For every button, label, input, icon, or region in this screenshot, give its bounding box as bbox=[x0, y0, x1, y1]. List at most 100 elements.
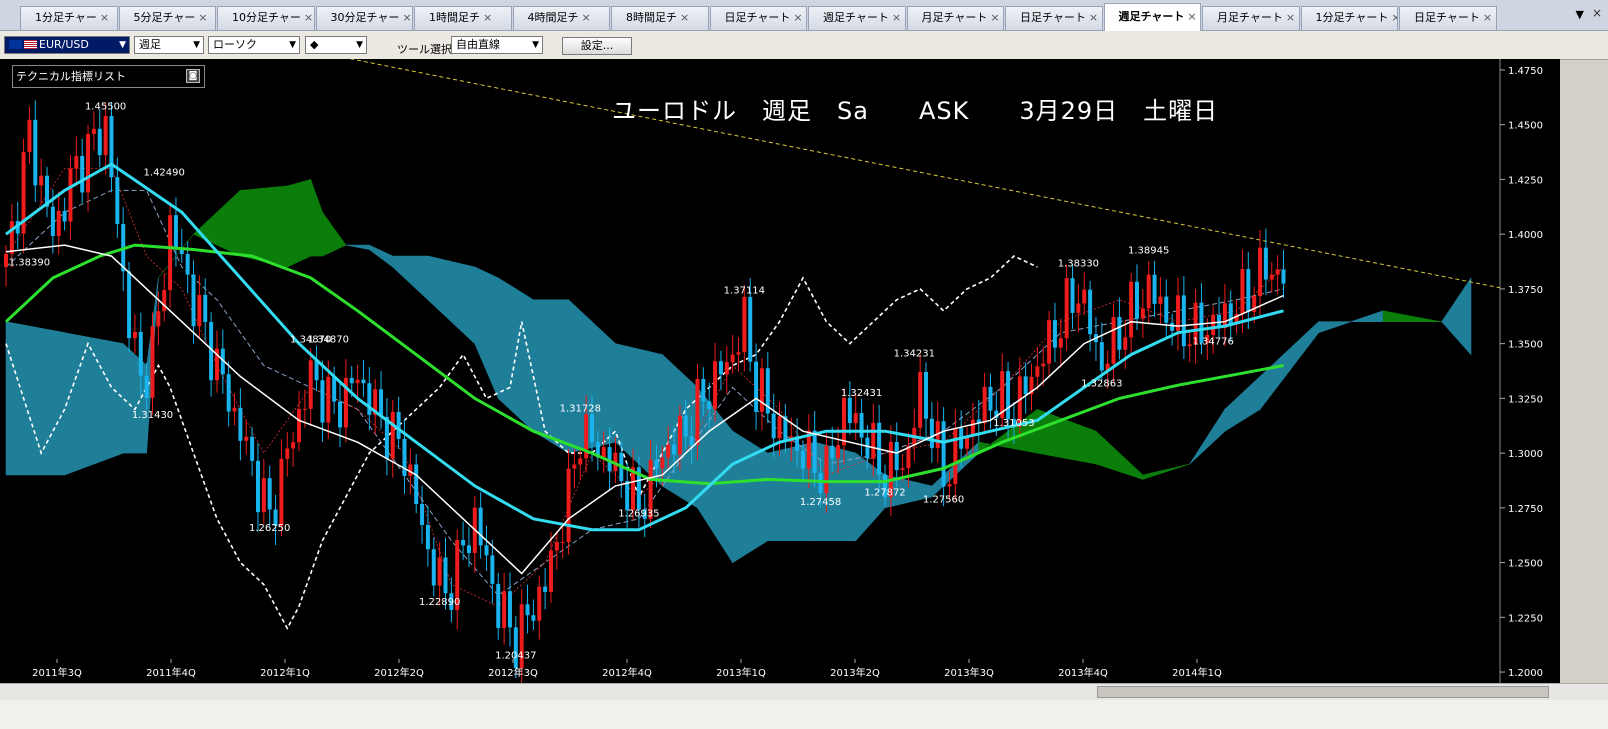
candle-body bbox=[1111, 316, 1116, 364]
symbol-label: EUR/USD bbox=[39, 38, 89, 51]
candle-body bbox=[33, 119, 38, 186]
candle-body bbox=[173, 215, 178, 248]
collapse-icon[interactable]: ◙ bbox=[186, 69, 200, 83]
candle-body bbox=[9, 221, 14, 254]
candle-body bbox=[39, 175, 44, 186]
timeframe-select[interactable]: 週足 ▼ bbox=[134, 36, 204, 54]
tab-5[interactable]: 1時間足チ × bbox=[414, 6, 512, 30]
tab-3[interactable]: 10分足チャー × bbox=[217, 6, 315, 30]
tab-bar: 1分足チャー × 5分足チャー × 10分足チャー × 30分足チャー × 1時間足チ × 4時間足… bbox=[0, 0, 1608, 31]
tab-2[interactable]: 5分足チャー × bbox=[118, 6, 216, 30]
x-tick-label: 2013年3Q bbox=[944, 666, 994, 679]
candle-body bbox=[367, 383, 372, 415]
status-area bbox=[0, 700, 1608, 729]
tab-close-icon[interactable]: × bbox=[1286, 11, 1295, 24]
candle-body bbox=[302, 408, 307, 410]
price-annotation: 1.34231 bbox=[894, 348, 935, 359]
candle-body bbox=[672, 444, 677, 455]
candle-body bbox=[1134, 281, 1139, 319]
candle-body bbox=[566, 468, 571, 543]
candle-body bbox=[162, 290, 167, 312]
marker-select[interactable]: ◆ ▼ bbox=[305, 36, 367, 54]
candle-body bbox=[1058, 338, 1063, 348]
tab-10[interactable]: 月足チャート × bbox=[906, 6, 1004, 30]
tab-close-icon[interactable]: × bbox=[198, 11, 207, 24]
candle-body bbox=[537, 586, 542, 621]
tab-label: 8時間足チ bbox=[626, 11, 677, 24]
tab-8[interactable]: 日足チャート × bbox=[709, 6, 807, 30]
tab-close-icon[interactable]: × bbox=[892, 11, 901, 24]
tab-13[interactable]: 月足チャート × bbox=[1202, 6, 1300, 30]
price-annotation: 1.31430 bbox=[132, 410, 173, 421]
chevron-down-icon: ▼ bbox=[532, 40, 539, 50]
candle-body bbox=[396, 411, 401, 439]
tab-11[interactable]: 日足チャート × bbox=[1005, 6, 1103, 30]
y-tick-label: 1.3750 bbox=[1508, 285, 1543, 296]
price-annotation: 1.34870 bbox=[308, 334, 349, 345]
tab-close-icon[interactable]: × bbox=[483, 11, 492, 24]
horizontal-scrollbar[interactable] bbox=[0, 683, 1608, 701]
candle-body bbox=[478, 507, 483, 546]
x-tick-label: 2012年4Q bbox=[602, 666, 652, 679]
tab-close-icon[interactable]: × bbox=[1483, 11, 1492, 24]
tab-close-icon[interactable]: × bbox=[680, 11, 689, 24]
ichimoku-cloud-segment bbox=[286, 179, 312, 268]
tab-7[interactable]: 8時間足チ × bbox=[611, 6, 709, 30]
price-annotation: 1.38390 bbox=[9, 257, 50, 268]
symbol-select[interactable]: EUR/USD ▼ bbox=[4, 36, 130, 54]
scrollbar-thumb[interactable] bbox=[1097, 686, 1549, 698]
chevron-down-icon: ▼ bbox=[119, 40, 126, 50]
candle-body bbox=[736, 352, 741, 355]
candle-body bbox=[56, 210, 61, 236]
tab-close-icon[interactable]: × bbox=[1089, 11, 1098, 24]
candle-body bbox=[308, 360, 313, 409]
indicator-list-panel[interactable]: テクニカル指標リスト ◙ bbox=[12, 65, 205, 88]
chevron-down-icon: ▼ bbox=[289, 40, 296, 50]
window-close-icon[interactable]: × bbox=[1592, 6, 1602, 20]
tab-close-icon[interactable]: × bbox=[793, 11, 802, 24]
tab-close-icon[interactable]: × bbox=[402, 11, 411, 24]
tab-9[interactable]: 週足チャート × bbox=[808, 6, 906, 30]
candle-body bbox=[560, 542, 565, 544]
candle-body bbox=[414, 464, 419, 505]
indicator-list-label: テクニカル指標リスト bbox=[16, 70, 126, 83]
tab-12[interactable]: 週足チャート × bbox=[1103, 3, 1201, 31]
candle-body bbox=[625, 481, 630, 511]
eu-flag-icon bbox=[9, 40, 22, 49]
candle-body bbox=[759, 368, 764, 412]
candle-body bbox=[754, 361, 759, 412]
tab-label: 月足チャート bbox=[1217, 11, 1283, 24]
draw-tool-select[interactable]: 自由直線 ▼ bbox=[451, 36, 543, 54]
candle-body bbox=[800, 450, 805, 469]
tab-1[interactable]: 1分足チャー × bbox=[20, 6, 118, 30]
settings-button[interactable]: 設定... bbox=[562, 37, 632, 55]
candle-body bbox=[707, 401, 712, 410]
tab-4[interactable]: 30分足チャー × bbox=[315, 6, 413, 30]
price-annotation: 1.22890 bbox=[419, 597, 460, 608]
tab-6[interactable]: 4時間足チ × bbox=[512, 6, 610, 30]
tab-close-icon[interactable]: × bbox=[1391, 11, 1397, 24]
candle-body bbox=[4, 253, 8, 267]
candle-body bbox=[390, 411, 395, 459]
candle-body bbox=[461, 540, 466, 546]
tab-close-icon[interactable]: × bbox=[990, 11, 999, 24]
candle-body bbox=[924, 371, 929, 419]
tab-close-icon[interactable]: × bbox=[1187, 10, 1196, 23]
candle-body bbox=[1023, 376, 1028, 395]
tab-15[interactable]: 日足チャート × bbox=[1399, 6, 1497, 30]
candle-body bbox=[484, 545, 489, 556]
tool-select-label: ツール選択 bbox=[397, 43, 452, 56]
tab-close-icon[interactable]: × bbox=[582, 11, 591, 24]
candle-body bbox=[513, 627, 518, 669]
candle-body bbox=[654, 459, 659, 469]
chart-type-select[interactable]: ローソク ▼ bbox=[208, 36, 300, 54]
candle-body bbox=[1158, 296, 1163, 304]
y-tick-label: 1.3000 bbox=[1508, 449, 1543, 460]
tab-14[interactable]: 1分足チャート× bbox=[1300, 6, 1398, 30]
tab-close-icon[interactable]: × bbox=[304, 11, 313, 24]
candle-body bbox=[91, 128, 96, 134]
tab-close-icon[interactable]: × bbox=[100, 11, 109, 24]
candle-body bbox=[496, 583, 501, 628]
price-chart[interactable]: 1.4750 1.4500 1.4250 1.4000 1.3750 1.3500 1.32… bbox=[0, 59, 1560, 683]
tab-menu-icon[interactable]: ▼ bbox=[1576, 8, 1584, 21]
